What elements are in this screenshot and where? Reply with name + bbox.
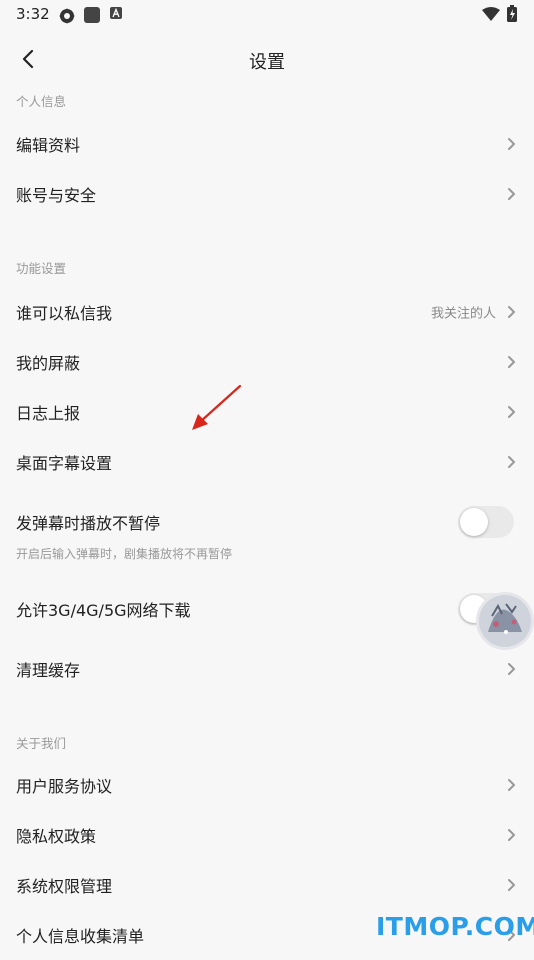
- row-label: 谁可以私信我: [16, 304, 113, 323]
- row-privacy-policy[interactable]: 隐私权政策: [0, 810, 534, 860]
- row-label: 发弹幕时播放不暂停: [16, 514, 161, 533]
- row-label: 编辑资料: [16, 136, 81, 155]
- wifi-icon: [482, 7, 500, 21]
- toggle-knob: [460, 508, 488, 536]
- status-bar: 3:32: [0, 0, 534, 28]
- page-title: 设置: [249, 52, 285, 73]
- row-account-security[interactable]: 账号与安全: [0, 169, 534, 219]
- a-notification-icon: [110, 7, 122, 19]
- row-allow-mobile-download: 允许3G/4G/5G网络下载: [0, 584, 534, 634]
- chevron-right-icon: [508, 306, 515, 318]
- battery-icon: [507, 5, 517, 22]
- row-user-agreement[interactable]: 用户服务协议: [0, 760, 534, 810]
- section-header-about: 关于我们: [16, 736, 67, 751]
- chevron-right-icon: [508, 663, 515, 675]
- chevron-right-icon: [508, 188, 515, 200]
- row-log-report[interactable]: 日志上报: [0, 387, 534, 437]
- row-label: 允许3G/4G/5G网络下载: [16, 601, 191, 620]
- chevron-right-icon: [508, 456, 515, 468]
- row-label: 系统权限管理: [16, 877, 113, 896]
- row-system-permissions[interactable]: 系统权限管理: [0, 860, 534, 910]
- row-who-can-message[interactable]: 谁可以私信我 我关注的人: [0, 287, 534, 337]
- toggle-danmaku-no-pause[interactable]: [458, 506, 514, 538]
- chevron-right-icon: [508, 356, 515, 368]
- chevron-right-icon: [508, 779, 515, 791]
- row-desktop-subtitle[interactable]: 桌面字幕设置: [0, 437, 534, 487]
- hint-danmaku-no-pause: 开启后输入弹幕时，剧集播放将不再暂停: [16, 547, 233, 561]
- row-label: 桌面字幕设置: [16, 454, 113, 473]
- row-edit-profile[interactable]: 编辑资料: [0, 119, 534, 169]
- row-label: 账号与安全: [16, 186, 97, 205]
- chevron-right-icon: [508, 138, 515, 150]
- row-my-blocks[interactable]: 我的屏蔽: [0, 337, 534, 387]
- row-label: 个人信息收集清单: [16, 927, 145, 946]
- row-clear-cache[interactable]: 清理缓存: [0, 644, 534, 694]
- watermark-logo: ITMOP.COM: [376, 912, 534, 941]
- section-header-personal: 个人信息: [16, 94, 67, 109]
- gear-icon: [59, 8, 75, 24]
- row-label: 日志上报: [16, 404, 81, 423]
- row-value: 我关注的人: [430, 306, 496, 322]
- floating-avatar[interactable]: [476, 592, 534, 650]
- row-label: 用户服务协议: [16, 777, 113, 796]
- chevron-right-icon: [508, 879, 515, 891]
- annotation-arrow-icon: [192, 384, 242, 430]
- section-header-function: 功能设置: [16, 261, 67, 276]
- row-label: 隐私权政策: [16, 827, 97, 846]
- stop-icon: [84, 7, 100, 23]
- status-time: 3:32: [16, 5, 50, 23]
- avatar-image-icon: [479, 595, 531, 647]
- row-danmaku-no-pause: 发弹幕时播放不暂停: [0, 497, 534, 547]
- chevron-right-icon: [508, 406, 515, 418]
- row-label: 清理缓存: [16, 661, 81, 680]
- row-label: 我的屏蔽: [16, 354, 81, 373]
- chevron-right-icon: [508, 829, 515, 841]
- app-header: 设置: [0, 36, 534, 84]
